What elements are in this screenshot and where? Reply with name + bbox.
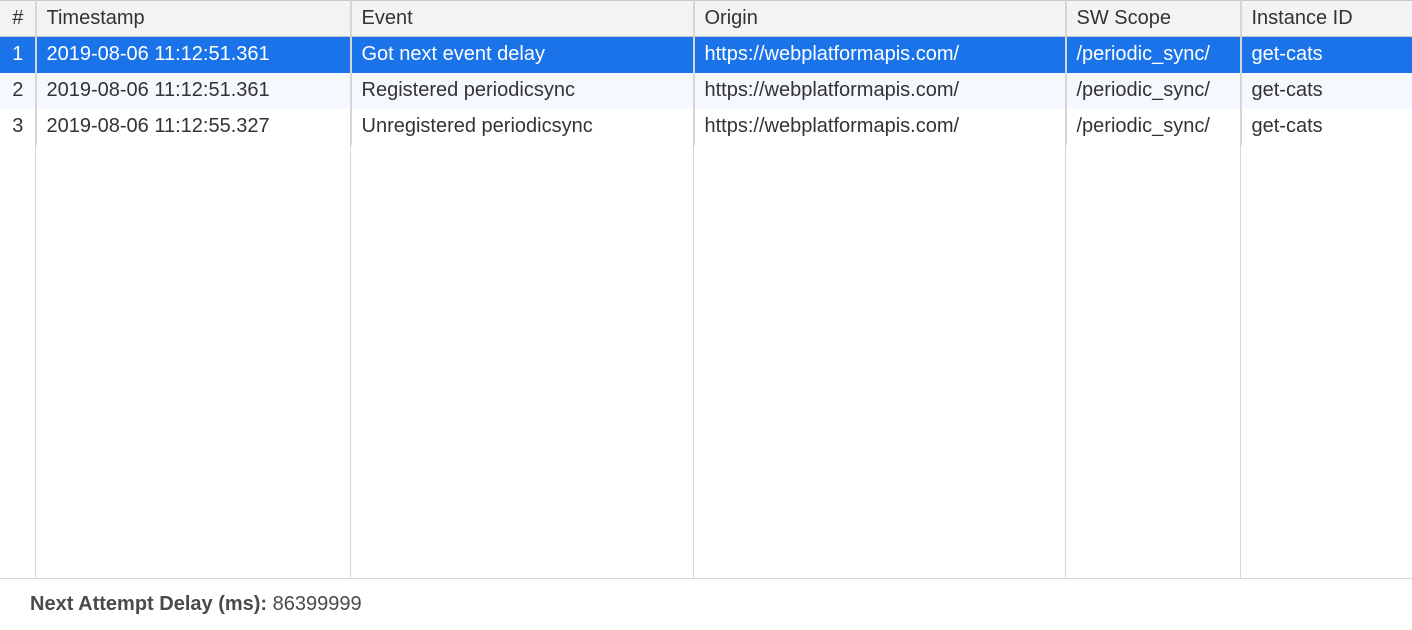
- cell-sw-scope: /periodic_sync/: [1066, 37, 1241, 73]
- next-attempt-delay-value: 86399999: [273, 593, 362, 615]
- cell-origin: https://webplatformapis.com/: [694, 109, 1066, 145]
- column-header-index[interactable]: #: [0, 1, 36, 37]
- next-attempt-delay-label: Next Attempt Delay (ms):: [30, 593, 273, 615]
- cell-origin: https://webplatformapis.com/: [694, 73, 1066, 109]
- event-log-table: # Timestamp Event Origin SW Scope Instan…: [0, 0, 1412, 145]
- event-log-table-container: # Timestamp Event Origin SW Scope Instan…: [0, 0, 1412, 579]
- cell-timestamp: 2019-08-06 11:12:55.327: [36, 109, 351, 145]
- next-attempt-delay: Next Attempt Delay (ms): 86399999: [0, 579, 1412, 630]
- table-row[interactable]: 32019-08-06 11:12:55.327Unregistered per…: [0, 109, 1412, 145]
- table-header-row: # Timestamp Event Origin SW Scope Instan…: [0, 1, 1412, 37]
- cell-sw-scope: /periodic_sync/: [1066, 73, 1241, 109]
- cell-event: Unregistered periodicsync: [351, 109, 694, 145]
- cell-origin: https://webplatformapis.com/: [694, 37, 1066, 73]
- cell-index: 1: [0, 37, 36, 73]
- cell-event: Registered periodicsync: [351, 73, 694, 109]
- cell-timestamp: 2019-08-06 11:12:51.361: [36, 73, 351, 109]
- cell-index: 3: [0, 109, 36, 145]
- cell-instance-id: get-cats: [1241, 109, 1412, 145]
- cell-event: Got next event delay: [351, 37, 694, 73]
- column-header-instance-id[interactable]: Instance ID: [1241, 1, 1412, 37]
- cell-timestamp: 2019-08-06 11:12:51.361: [36, 37, 351, 73]
- cell-sw-scope: /periodic_sync/: [1066, 109, 1241, 145]
- column-header-event[interactable]: Event: [351, 1, 694, 37]
- cell-index: 2: [0, 73, 36, 109]
- cell-instance-id: get-cats: [1241, 73, 1412, 109]
- column-header-timestamp[interactable]: Timestamp: [36, 1, 351, 37]
- column-header-sw-scope[interactable]: SW Scope: [1066, 1, 1241, 37]
- cell-instance-id: get-cats: [1241, 37, 1412, 73]
- table-row[interactable]: 12019-08-06 11:12:51.361Got next event d…: [0, 37, 1412, 73]
- table-row[interactable]: 22019-08-06 11:12:51.361Registered perio…: [0, 73, 1412, 109]
- column-header-origin[interactable]: Origin: [694, 1, 1066, 37]
